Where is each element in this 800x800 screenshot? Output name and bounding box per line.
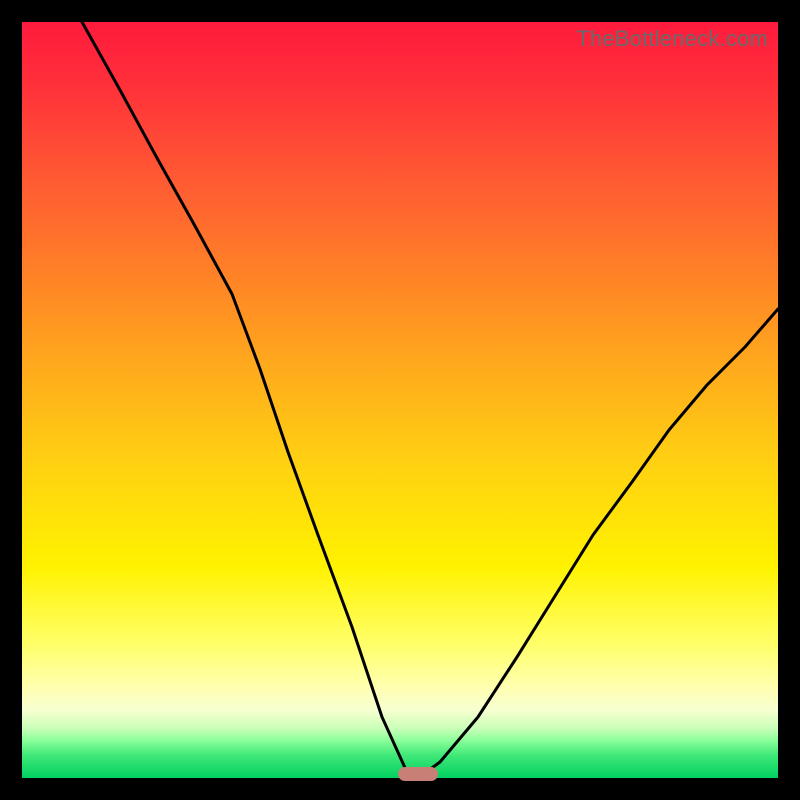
optimal-marker xyxy=(398,767,438,781)
plot-area: TheBottleneck.com xyxy=(22,22,778,778)
bottleneck-curve xyxy=(22,22,778,778)
chart-frame: TheBottleneck.com xyxy=(0,0,800,800)
